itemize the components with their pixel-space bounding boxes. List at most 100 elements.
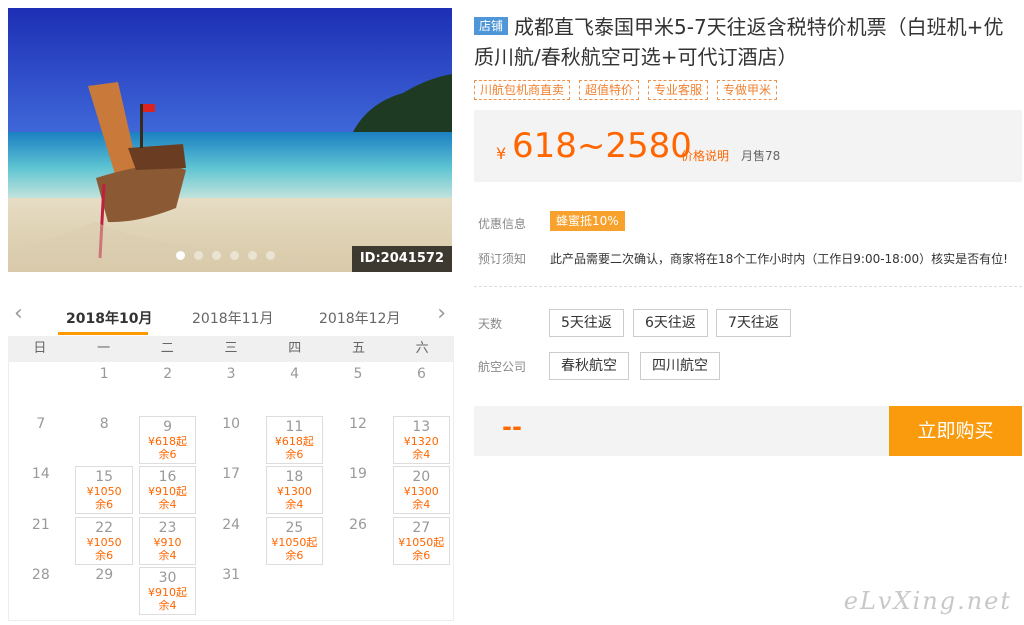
day-price: ¥1300	[276, 485, 312, 498]
calendar-day-available[interactable]: 15 ¥1050 余6	[75, 466, 133, 514]
calendar-day-available[interactable]: 23 ¥910 余4	[138, 517, 197, 565]
shop-badge[interactable]: 店铺	[474, 17, 509, 35]
carousel-dot[interactable]	[248, 251, 257, 260]
day-number: 19	[349, 466, 367, 482]
day-number: 26	[349, 517, 367, 533]
day-number: 25	[285, 520, 304, 536]
product-page: ID:2041572 ‹ 2018年10月 2018年11月 2018年12月 …	[0, 0, 1024, 625]
price-note-link[interactable]: 价格说明	[681, 147, 729, 164]
day-number: 10	[222, 416, 241, 432]
calendar-day: 1	[72, 366, 136, 382]
day-number: 24	[222, 517, 241, 533]
option-spring-airlines[interactable]: 春秋航空	[549, 352, 629, 380]
feature-tags: 川航包机商直卖 超值特价 专业客服 专做甲米	[474, 80, 778, 100]
weekday-sun: 日	[33, 341, 47, 356]
calendar-day: 29	[72, 567, 136, 583]
carousel-dot[interactable]	[194, 251, 203, 260]
carousel-dot[interactable]	[266, 251, 275, 260]
day-remaining: 余4	[412, 498, 431, 511]
option-5-days[interactable]: 5天往返	[549, 309, 624, 337]
carousel-dot[interactable]	[212, 251, 221, 260]
chevron-right-icon[interactable]: ›	[437, 303, 446, 325]
day-number: 6	[416, 366, 426, 382]
day-remaining: 余4	[285, 498, 304, 511]
day-number: 14	[31, 466, 50, 482]
feature-tag: 川航包机商直卖	[474, 80, 571, 100]
day-number: 23	[158, 520, 177, 536]
carousel-dot[interactable]	[230, 251, 239, 260]
day-number: 9	[163, 419, 173, 435]
calendar-day-available[interactable]: 27 ¥1050起 余6	[392, 517, 450, 565]
tab-month-dec[interactable]: 2018年12月	[319, 308, 400, 328]
day-price: ¥1050起	[271, 536, 318, 549]
calendar-day-available[interactable]: 11 ¥618起 余6	[265, 416, 324, 464]
option-sichuan-airlines[interactable]: 四川航空	[640, 352, 720, 380]
calendar-day: 14	[9, 466, 73, 482]
day-number: 21	[31, 517, 50, 533]
price-box: ¥ 618~2580 价格说明 月售78	[474, 110, 1022, 182]
day-number: 31	[222, 567, 241, 583]
buy-now-button[interactable]: 立即购买	[889, 406, 1022, 456]
day-price: ¥1320	[403, 435, 439, 448]
day-number: 27	[412, 520, 431, 536]
monthly-sales: 月售78	[741, 149, 781, 163]
day-remaining: 余6	[95, 549, 114, 562]
day-number: 1	[99, 366, 109, 382]
product-photo[interactable]: ID:2041572	[8, 8, 452, 272]
day-remaining: 余6	[412, 549, 431, 562]
calendar-day-available[interactable]: 13 ¥1320 余4	[392, 416, 450, 464]
weekday-fri: 五	[351, 341, 365, 356]
day-price: ¥1050	[86, 536, 122, 549]
product-title-text: 成都直飞泰国甲米5-7天往返含税特价机票（白班机+优质川航/春秋航空可选+可代订…	[474, 15, 1004, 69]
calendar-day-available[interactable]: 30 ¥910起 余4	[138, 567, 197, 615]
feature-tag: 专业客服	[648, 80, 709, 100]
day-number: 4	[290, 366, 299, 382]
calendar-day: 24	[199, 517, 263, 533]
calendar-day: 12	[326, 416, 390, 432]
calendar-day-available[interactable]: 25 ¥1050起 余6	[265, 517, 324, 565]
day-number: 17	[222, 466, 241, 482]
buy-bar: -- 立即购买	[474, 406, 1022, 456]
day-number: 29	[95, 567, 114, 583]
photo-id-label: ID:2041572	[351, 246, 452, 272]
calendar-day-available[interactable]: 9 ¥618起 余6	[138, 416, 197, 464]
calendar-day: 6	[390, 366, 454, 382]
product-title: 店铺 成都直飞泰国甲米5-7天往返含税特价机票（白班机+优质川航/春秋航空可选+可…	[474, 12, 1022, 72]
day-number: 15	[95, 469, 114, 485]
day-remaining: 余4	[158, 549, 177, 562]
weekday-header: 日 一 二 三 四 五 六	[8, 336, 454, 362]
day-price: ¥910	[153, 536, 182, 549]
day-number: 8	[99, 416, 109, 432]
calendar-day: 28	[9, 567, 73, 583]
day-number: 18	[285, 469, 304, 485]
day-number: 13	[412, 419, 431, 435]
calendar-day: 17	[199, 466, 263, 482]
day-number: 2	[163, 366, 173, 382]
calendar-day: 5	[326, 366, 390, 382]
day-number: 20	[412, 469, 431, 485]
day-number: 7	[36, 416, 46, 432]
calendar-day-available[interactable]: 22 ¥1050 余6	[75, 517, 133, 565]
calendar-header: ‹ 2018年10月 2018年11月 2018年12月 ›	[8, 296, 454, 336]
notice-label: 预订须知	[478, 252, 527, 266]
carousel-dot[interactable]	[176, 251, 185, 260]
calendar-day-available[interactable]: 18 ¥1300 余4	[265, 466, 324, 514]
day-remaining: 余4	[412, 448, 431, 461]
tab-month-nov[interactable]: 2018年11月	[192, 308, 273, 328]
calendar-day: 2	[136, 366, 200, 382]
calendar-day-available[interactable]: 16 ¥910起 余4	[138, 466, 197, 514]
tab-month-oct[interactable]: 2018年10月	[66, 308, 152, 328]
site-watermark: eLvXing.net	[843, 587, 1012, 615]
day-remaining: 余6	[158, 448, 177, 461]
days-label: 天数	[478, 317, 503, 331]
day-number: 12	[349, 416, 367, 432]
option-6-days[interactable]: 6天往返	[633, 309, 708, 337]
divider	[474, 286, 1022, 287]
weekday-wed: 三	[224, 341, 238, 356]
calendar-day-available[interactable]: 20 ¥1300 余4	[392, 466, 450, 514]
chevron-left-icon[interactable]: ‹	[14, 303, 23, 325]
weekday-sat: 六	[415, 341, 429, 356]
active-month-indicator	[58, 332, 148, 335]
calendar-day: 4	[263, 366, 327, 382]
option-7-days[interactable]: 7天往返	[716, 309, 791, 337]
